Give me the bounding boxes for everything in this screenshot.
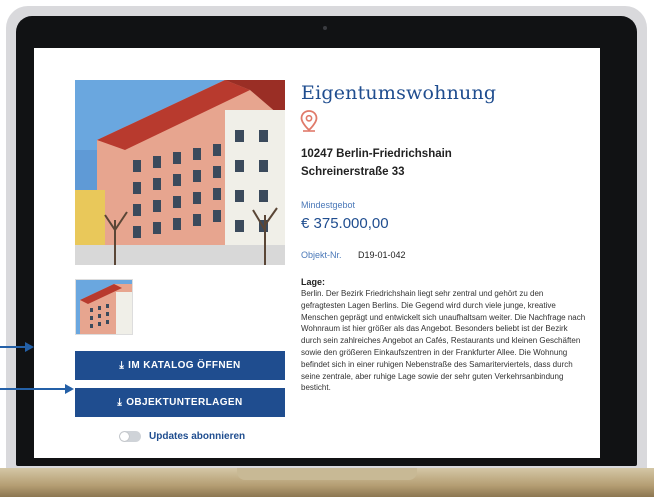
object-documents-button[interactable]: ⤓ OBJEKTUNTERLAGEN <box>75 388 285 417</box>
min-bid-label: Mindestgebot <box>301 200 356 210</box>
subscribe-updates-label[interactable]: Updates abonnieren <box>149 431 245 442</box>
open-catalog-button[interactable]: ⤓ IM KATALOG ÖFFNEN <box>75 351 285 380</box>
property-address: 10247 Berlin-Friedrichshain Schreinerstr… <box>301 145 452 181</box>
screen: ⤓ IM KATALOG ÖFFNEN ⤓ OBJEKTUNTERLAGEN U… <box>34 48 600 458</box>
camera-icon <box>323 26 327 30</box>
open-catalog-label: IM KATALOG ÖFFNEN <box>128 360 241 371</box>
min-bid-price: € 375.000,00 <box>301 215 389 232</box>
subscribe-updates-toggle[interactable] <box>119 431 141 442</box>
screen-bezel: ⤓ IM KATALOG ÖFFNEN ⤓ OBJEKTUNTERLAGEN U… <box>16 16 637 466</box>
property-photo[interactable] <box>75 80 285 265</box>
object-number-label: Objekt-Nr. <box>301 250 342 260</box>
object-number-row: Objekt-Nr. D19-01-042 <box>301 250 406 260</box>
subscribe-updates-row[interactable]: Updates abonnieren <box>119 431 245 442</box>
location-description: Berlin. Der Bezirk Friedrichshain liegt … <box>301 289 586 393</box>
download-icon: ⤓ <box>119 360 125 371</box>
laptop-base-notch <box>237 468 417 480</box>
location-heading: Lage: <box>301 277 326 287</box>
toggle-knob <box>120 432 129 441</box>
location-pin-icon <box>300 110 318 132</box>
object-documents-label: OBJEKTUNTERLAGEN <box>126 397 243 408</box>
pointer-arrow-documents <box>0 342 34 352</box>
pointer-arrow-subscribe <box>0 384 74 394</box>
object-number-value: D19-01-042 <box>358 250 406 260</box>
address-line-2: Schreinerstraße 33 <box>301 166 405 178</box>
laptop-lid: ⤓ IM KATALOG ÖFFNEN ⤓ OBJEKTUNTERLAGEN U… <box>6 6 647 472</box>
property-thumbnail[interactable] <box>75 279 133 335</box>
address-line-1: 10247 Berlin-Friedrichshain <box>301 148 452 160</box>
property-title: Eigentumswohnung <box>301 82 497 104</box>
download-icon: ⤓ <box>117 397 123 408</box>
